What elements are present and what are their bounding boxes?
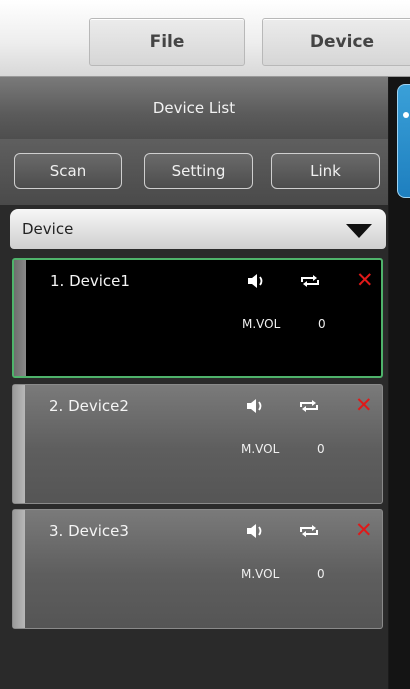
device-name: 2. Device2 (49, 397, 129, 415)
file-menu-button[interactable]: File (89, 18, 245, 66)
close-icon[interactable]: ✕ (356, 270, 378, 291)
dropdown-value: Device (22, 220, 74, 238)
master-volume-value: 0 (317, 567, 325, 581)
speaker-icon[interactable] (246, 272, 268, 290)
device-name: 1. Device1 (50, 272, 130, 290)
master-volume-label: M.VOL (241, 442, 280, 456)
close-icon[interactable]: ✕ (355, 395, 377, 416)
side-tab-indicator-icon (403, 112, 409, 118)
loop-icon[interactable] (298, 397, 320, 415)
device-card-handle[interactable] (13, 385, 25, 503)
scan-button[interactable]: Scan (14, 153, 122, 189)
master-volume-label: M.VOL (242, 317, 281, 331)
device-card-3[interactable]: 3. Device3 ✕ M.VOL 0 (12, 509, 383, 629)
link-button[interactable]: Link (271, 153, 380, 189)
menu-bar: File Device (0, 0, 410, 77)
master-volume-label: M.VOL (241, 567, 280, 581)
device-dropdown[interactable]: Device (10, 209, 386, 249)
master-volume-value: 0 (317, 442, 325, 456)
device-name: 3. Device3 (49, 522, 129, 540)
device-card-handle[interactable] (13, 510, 25, 628)
device-card-2[interactable]: 2. Device2 ✕ M.VOL 0 (12, 384, 383, 504)
speaker-icon[interactable] (245, 397, 267, 415)
device-list-panel: Device List Scan Setting Link Device 1. … (0, 77, 388, 689)
device-toolbar: Scan Setting Link (0, 139, 388, 205)
speaker-icon[interactable] (245, 522, 267, 540)
loop-icon[interactable] (299, 272, 321, 290)
loop-icon[interactable] (298, 522, 320, 540)
close-icon[interactable]: ✕ (355, 520, 377, 541)
panel-title: Device List (0, 77, 388, 140)
device-card-handle[interactable] (14, 260, 26, 376)
device-card-1[interactable]: 1. Device1 ✕ M.VOL 0 (12, 258, 383, 378)
setting-button[interactable]: Setting (144, 153, 253, 189)
master-volume-value: 0 (318, 317, 326, 331)
side-tab[interactable] (397, 84, 410, 198)
device-menu-button[interactable]: Device (262, 18, 410, 66)
dropdown-arrow-icon[interactable] (346, 224, 372, 238)
